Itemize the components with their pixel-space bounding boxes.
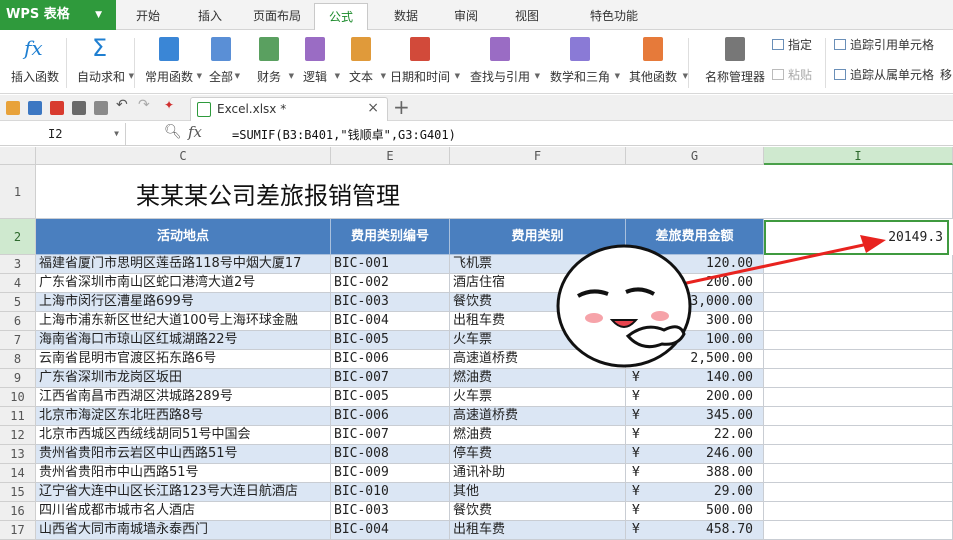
red-arrow-head [860, 235, 886, 253]
red-arrow-line [667, 242, 869, 289]
smug-face-sticker [556, 244, 692, 368]
annotation-overlay [556, 235, 886, 368]
